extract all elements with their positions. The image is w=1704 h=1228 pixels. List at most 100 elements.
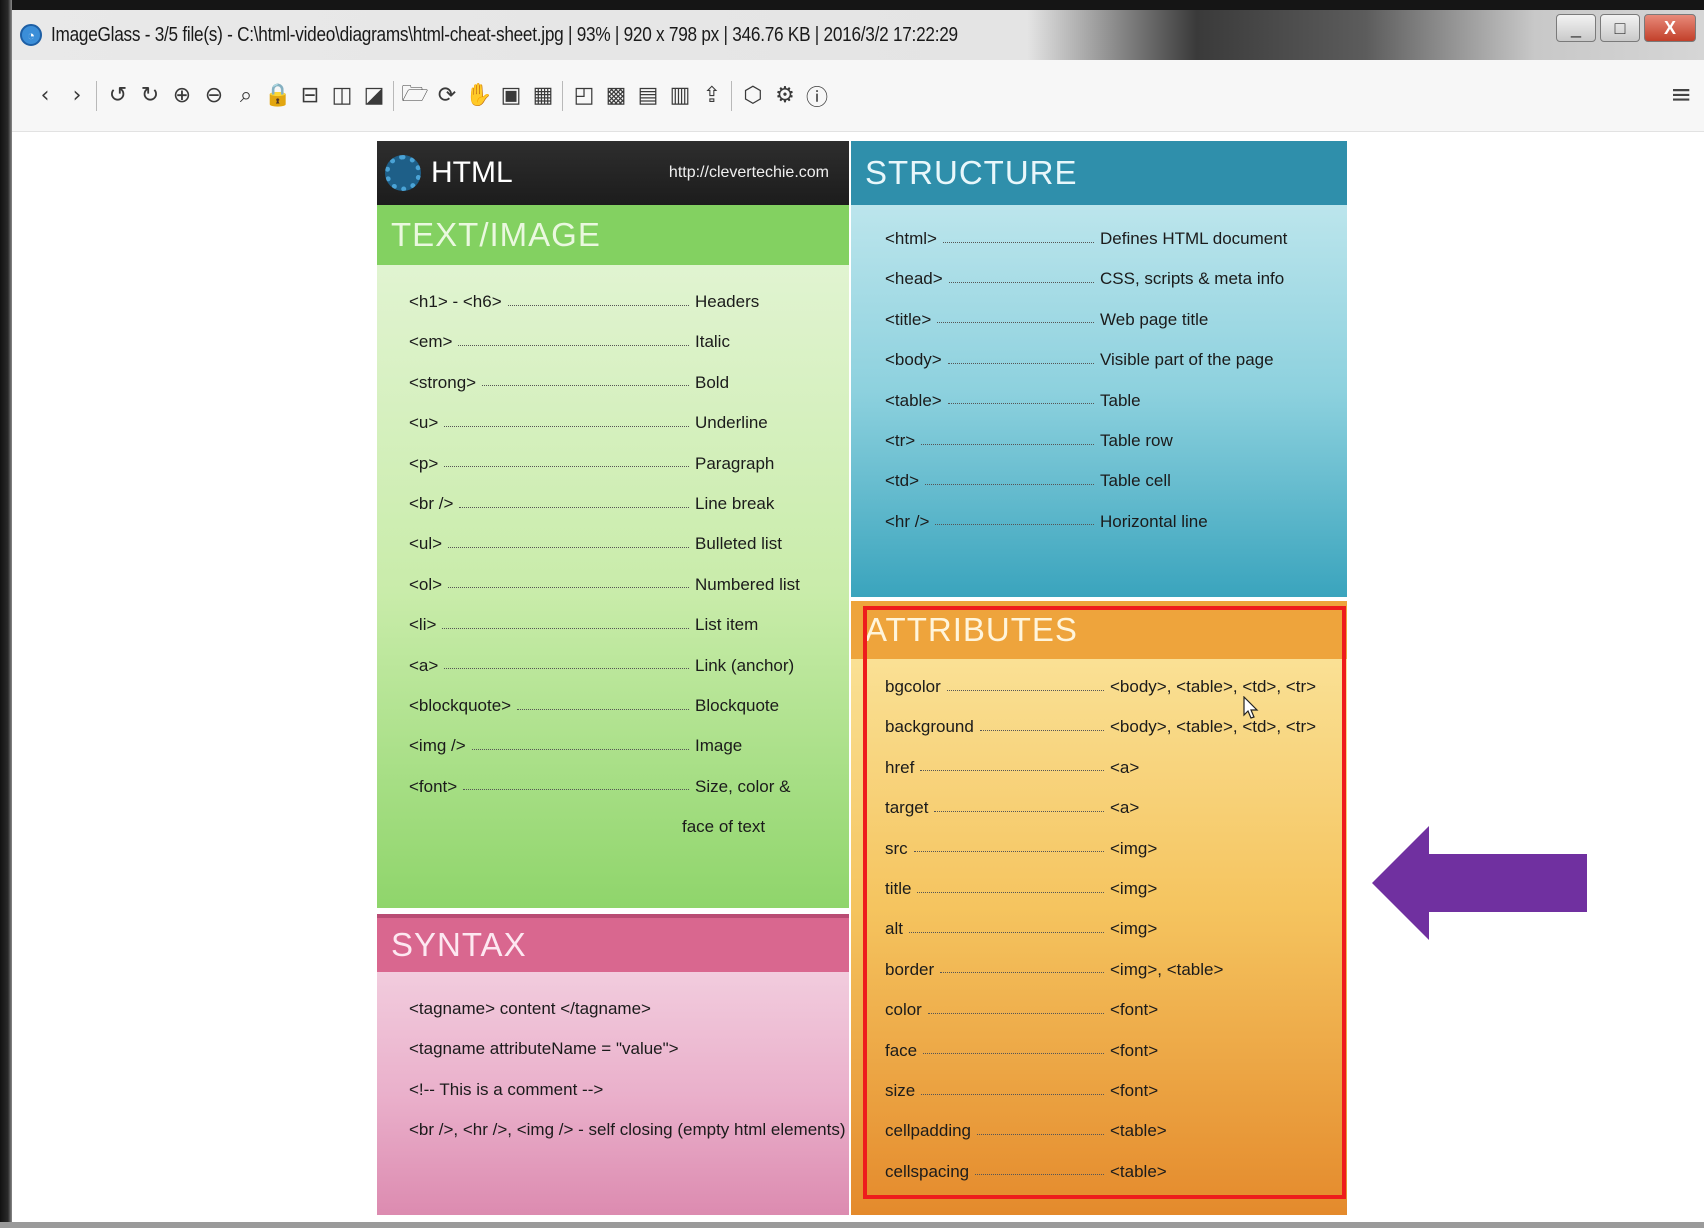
text-image-row: <u> Underline [409,409,825,437]
structure-row: <title> Web page title [885,306,1325,334]
dotted-leader [463,789,689,791]
row-description: Size, color & [695,776,791,796]
print-icon[interactable]: ▥ [665,81,695,111]
row-description: Blockquote [695,696,780,715]
text-image-heading: TEXT/IMAGE [377,205,849,265]
rotate-right-icon[interactable]: ↻ [135,81,165,111]
refresh-icon[interactable]: ⟳ [432,81,462,111]
maximize-button[interactable]: □ [1600,14,1640,42]
checkerboard-icon[interactable]: ◰ [569,81,599,111]
imageglass-app-icon[interactable]: ◔ [20,24,42,46]
row-description: Link (anchor) [695,655,795,675]
dotted-leader [948,281,1094,283]
row-tag: <html> [885,229,937,248]
brand-title: HTML [431,156,513,189]
thumbnail-icon[interactable]: ▦ [528,81,558,111]
dotted-leader [921,443,1094,445]
dotted-leader [444,668,689,670]
back-icon[interactable]: ‹ [30,81,60,111]
dotted-leader [942,241,1094,243]
syntax-line: <tagname attributeName = "value"> [409,1039,679,1059]
row-tag: <ol> [409,574,443,594]
row-description: CSS, scripts & meta info [1100,269,1285,289]
row-description: Image [695,736,743,756]
row-description: Visible part of the page [1100,350,1274,370]
row-description: Italic [695,332,730,352]
settings-icon[interactable]: ⚙ [770,81,800,111]
zoom-in-icon[interactable]: ⊕ [167,81,197,111]
dotted-leader [947,362,1094,364]
syntax-line: <br />, <hr />, <img /> - self closing (… [409,1120,846,1140]
image-icon[interactable]: ▣ [496,81,526,111]
minimize-button[interactable]: _ [1556,14,1596,42]
dotted-leader [947,403,1094,405]
main-menu-icon[interactable]: ≡ [1670,80,1692,110]
window-bottom-edge [0,1222,1704,1228]
save-icon[interactable]: ▤ [633,81,663,111]
auto-fit-icon[interactable]: ◪ [359,81,389,111]
structure-row: <body> Visible part of the page [885,346,1325,374]
plugin-icon[interactable]: ⬡ [738,81,768,111]
row-description: Headers [695,292,760,311]
structure-row: <hr /> Horizontal line [885,508,1325,536]
text-image-row: <ol> Numbered list [409,571,825,599]
row-tag: <tr> [885,431,916,450]
row-description: Bulleted list [695,534,782,554]
title-bar[interactable]: ◔ ImageGlass - 3/5 file(s) - C:\html-vid… [12,10,1704,60]
text-image-row: <em> Italic [409,328,825,356]
structure-row: <tr> Table row [885,427,1325,455]
brand-url: http://clevertechie.com [668,164,829,181]
window-top-edge [0,0,1704,10]
row-tag: <td> [885,471,920,491]
text-image-row: <blockquote> Blockquote [409,692,825,720]
row-description: Table [1100,390,1141,410]
scale-height-icon[interactable]: ◫ [327,81,357,111]
row-tag: <table> [885,390,942,410]
text-image-row: <img /> Image [409,732,825,760]
dotted-leader [442,627,689,629]
text-image-row: <a> Link (anchor) [409,652,825,680]
syntax-line: <tagname> content </tagname> [409,999,651,1018]
zoom-out-icon[interactable]: ⊖ [199,81,229,111]
row-tag: <head> [885,269,943,289]
dotted-leader [448,546,689,548]
row-description: Numbered list [695,574,800,594]
structure-row: <table> Table [885,387,1325,415]
row-description: List item [695,615,759,635]
zoom-fit-icon[interactable]: ⌕ [231,81,261,111]
row-description: Defines HTML document [1100,229,1288,248]
text-image-row: <font> Size, color & [409,773,825,801]
dotted-leader [482,385,689,387]
row-description: Web page title [1100,309,1209,329]
scale-width-icon[interactable]: ⊟ [295,81,325,111]
dotted-leader [925,483,1094,485]
row-tag: <strong> [409,372,477,392]
row-tag: <p> [409,453,439,473]
dotted-leader [937,322,1094,324]
window-left-edge [0,0,12,1228]
forward-icon[interactable]: › [62,81,92,111]
row-description: Underline [695,413,768,433]
text-image-row: <strong> Bold [409,369,825,397]
dotted-leader [935,524,1094,526]
structure-row: <td> Table cell [885,467,1325,495]
text-image-row: <br /> Line break [409,490,825,518]
dotted-leader [517,708,689,710]
attributes-highlight-box [863,606,1346,1199]
fullscreen-icon[interactable]: ▩ [601,81,631,111]
gear-logo-icon [385,155,421,191]
close-button[interactable]: X [1644,14,1696,42]
open-folder-icon[interactable]: 🗁 [400,81,430,111]
lock-icon[interactable]: 🔒 [263,81,293,111]
hand-icon[interactable]: ✋ [464,81,494,111]
row-tag: <hr /> [885,511,930,531]
about-icon[interactable]: ⓘ [802,81,832,111]
row-tag: <blockquote> [409,696,512,715]
row-tag: <font> [409,776,458,796]
row-tag: <u> [409,413,439,433]
upload-icon[interactable]: ⇪ [697,81,727,111]
rotate-left-icon[interactable]: ↺ [103,81,133,111]
mouse-cursor-icon [1243,696,1259,719]
row-description: Line break [695,494,775,513]
text-image-row: <ul> Bulleted list [409,530,825,558]
